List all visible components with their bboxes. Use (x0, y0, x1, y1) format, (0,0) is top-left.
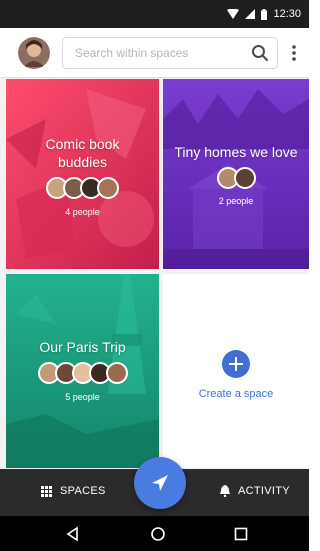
app-screen: 12:30 Search within spaces Comic book bu… (0, 0, 309, 551)
signal-icon (245, 9, 256, 19)
space-title-line2: buddies (57, 154, 108, 170)
more-vert-icon[interactable] (289, 44, 299, 62)
space-title: Our Paris Trip (39, 339, 126, 355)
nav-spaces-label: SPACES (60, 485, 106, 497)
space-card-comic-book-buddies[interactable]: Comic book buddies 4 people (6, 79, 159, 269)
send-icon (152, 475, 168, 491)
status-time: 12:30 (273, 8, 301, 20)
plus-icon[interactable] (222, 350, 250, 378)
home-icon[interactable] (150, 526, 166, 542)
create-space-label[interactable]: Create a space (163, 388, 309, 400)
nav-activity-tab[interactable]: ACTIVITY (220, 485, 290, 497)
member-avatar (97, 177, 119, 199)
space-card-our-paris-trip[interactable]: Our Paris Trip 5 people (6, 274, 159, 468)
system-navigation-bar (0, 516, 309, 551)
battery-icon (261, 8, 268, 20)
member-avatars (6, 362, 159, 384)
search-placeholder: Search within spaces (75, 46, 189, 60)
grid-icon (41, 485, 52, 497)
spaces-grid: Comic book buddies 4 people Tiny homes w… (0, 79, 309, 469)
share-fab[interactable] (134, 457, 186, 509)
space-card-tiny-homes[interactable]: Tiny homes we love 2 people (163, 79, 309, 269)
member-count: 5 people (65, 392, 100, 402)
space-title-line1: Comic book (45, 136, 120, 152)
nav-spaces-tab[interactable]: SPACES (41, 485, 106, 497)
nav-activity-label: ACTIVITY (238, 485, 290, 497)
member-avatar (233, 167, 256, 189)
search-icon[interactable] (251, 44, 269, 67)
app-bar: Search within spaces (0, 28, 309, 78)
search-input[interactable]: Search within spaces (62, 37, 278, 69)
member-avatar (105, 362, 128, 384)
recents-icon[interactable] (233, 526, 249, 542)
member-avatars (163, 167, 309, 189)
member-count: 2 people (218, 196, 254, 206)
member-count: 4 people (65, 207, 100, 217)
space-title: Tiny homes we love (174, 144, 298, 160)
status-bar: 12:30 (0, 0, 309, 28)
space-cover-image (6, 79, 159, 269)
create-space-card[interactable]: Create a space (163, 274, 309, 468)
member-avatars (6, 177, 159, 199)
user-avatar[interactable] (18, 37, 50, 69)
bell-icon (220, 485, 230, 497)
wifi-icon (227, 9, 240, 19)
back-icon[interactable] (65, 526, 81, 542)
